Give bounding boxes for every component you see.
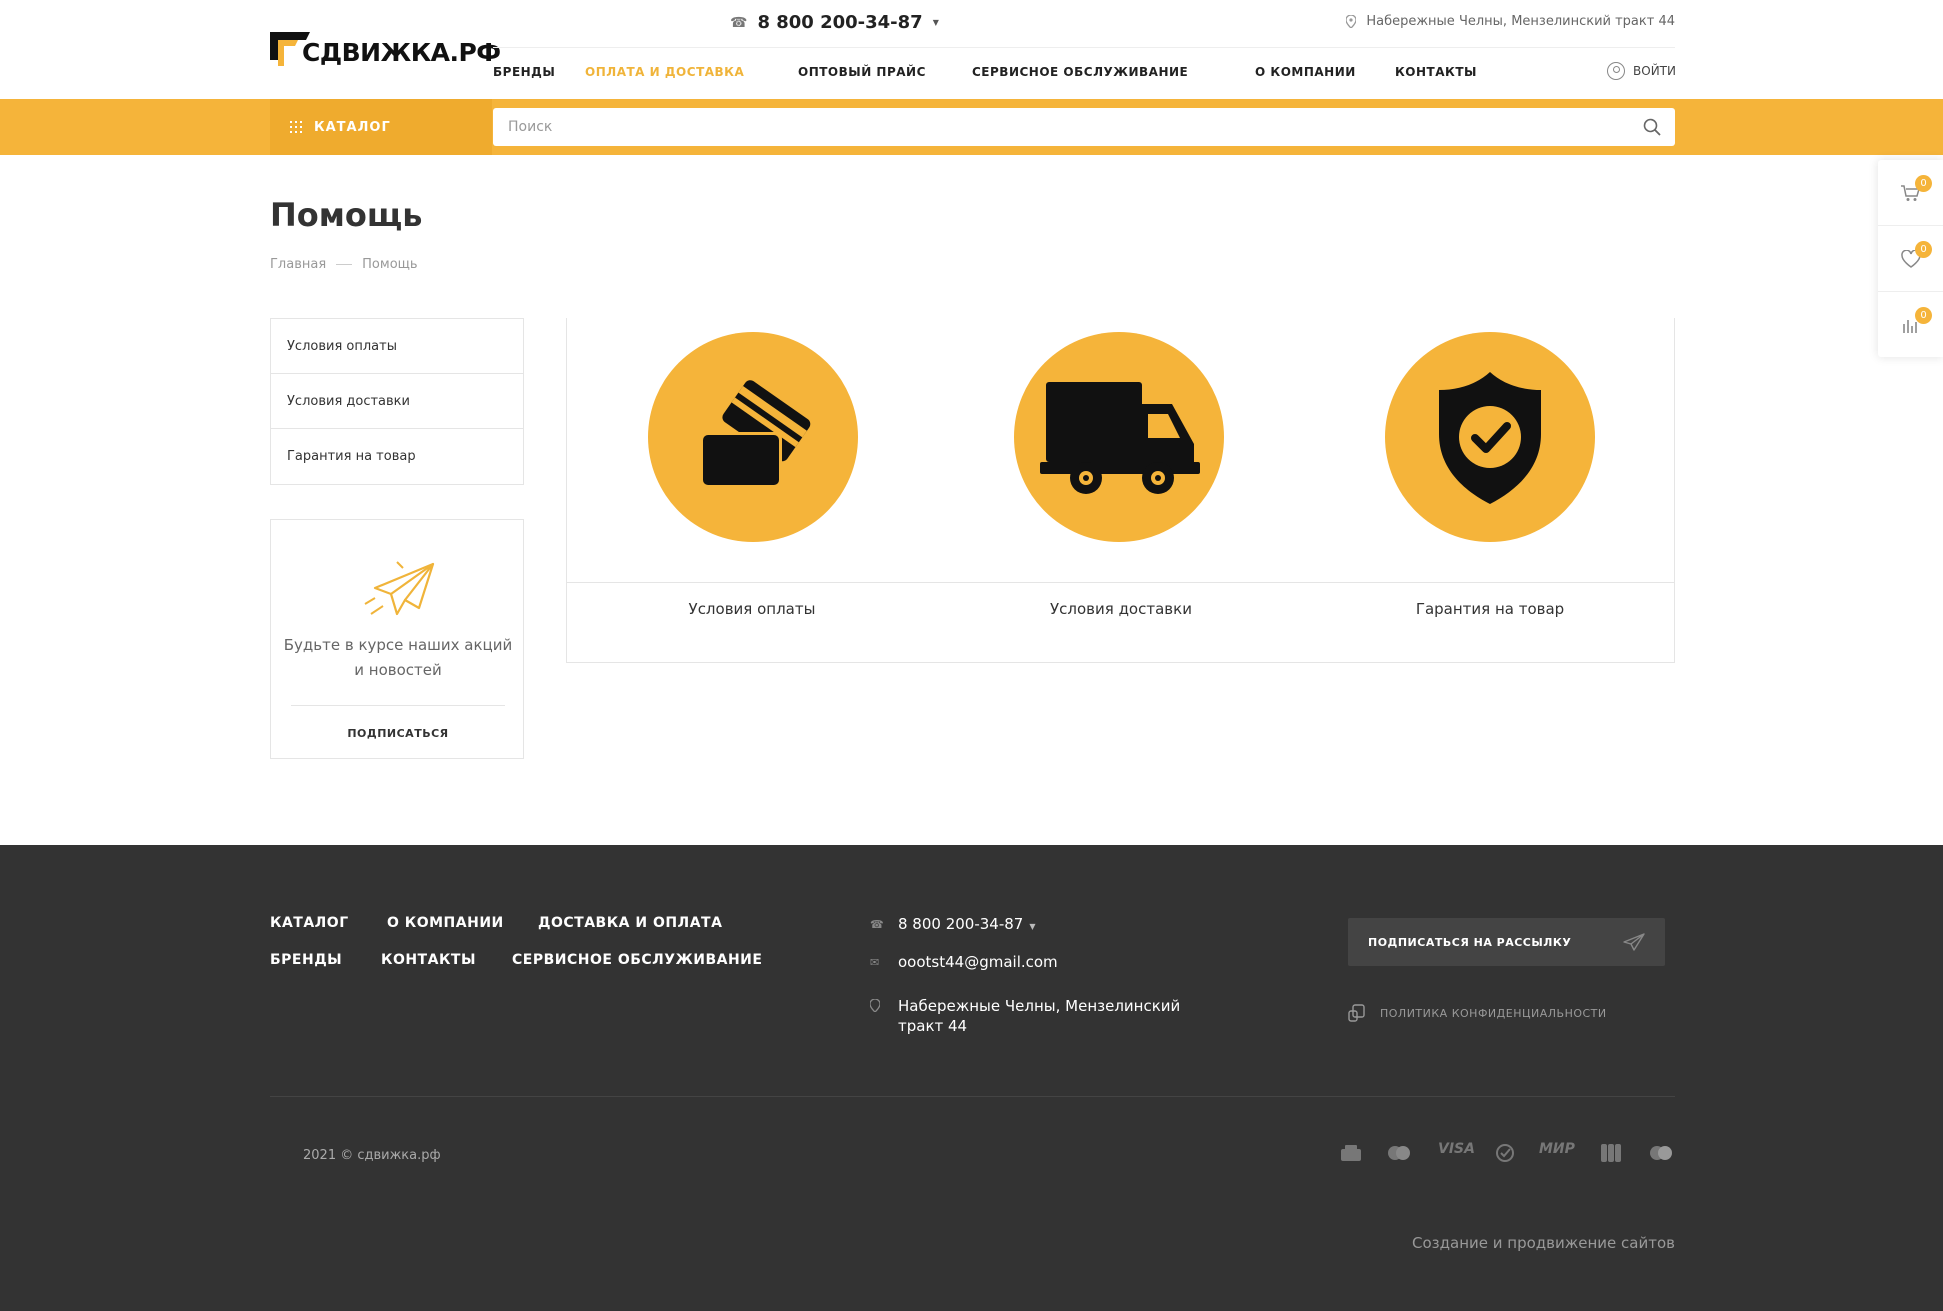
- maestro-icon: [1650, 1146, 1672, 1160]
- cart-button[interactable]: 0: [1878, 160, 1943, 226]
- login-button[interactable]: ВОЙТИ: [1607, 62, 1676, 80]
- search-box: [493, 108, 1675, 146]
- favorites-button[interactable]: 0: [1878, 226, 1943, 292]
- site-logo[interactable]: СДВИЖКА.РФ: [270, 30, 501, 70]
- subscribe-widget: Будьте в курсе наших акций и новостей ПО…: [270, 519, 524, 759]
- breadcrumb-separator: [336, 264, 353, 265]
- phone-icon: ☎: [870, 918, 884, 931]
- chevron-down-icon: ▼: [1029, 922, 1036, 931]
- header-phone[interactable]: ☎ 8 800 200-34-87 ▼: [730, 12, 939, 33]
- document-icon: [1348, 1004, 1365, 1022]
- subscribe-divider: [291, 705, 505, 706]
- privacy-policy-label: ПОЛИТИКА КОНФИДЕНЦИАЛЬНОСТИ: [1380, 1006, 1607, 1020]
- mastercard-icon: [1388, 1146, 1410, 1160]
- card-payment-circle: [648, 332, 858, 542]
- catalog-label: КАТАЛОГ: [314, 119, 391, 135]
- footer-nav-catalog[interactable]: КАТАЛОГ: [270, 915, 349, 931]
- header-phone-number: 8 800 200-34-87: [757, 12, 923, 33]
- card-delivery[interactable]: Условия доставки: [936, 318, 1306, 663]
- compare-count-badge: 0: [1915, 307, 1932, 324]
- favorites-count-badge: 0: [1915, 241, 1932, 258]
- location-pin-icon: [869, 996, 882, 1019]
- side-item-payment[interactable]: Условия оплаты: [271, 319, 523, 374]
- footer-address: Набережные Челны, Мензелинский тракт 44: [869, 996, 1181, 1036]
- mir-icon: МИР: [1539, 1141, 1575, 1157]
- side-item-delivery[interactable]: Условия доставки: [271, 374, 523, 429]
- breadcrumb: Главная Помощь: [270, 257, 418, 272]
- footer-subscribe-button[interactable]: ПОДПИСАТЬСЯ НА РАССЫЛКУ: [1348, 918, 1665, 966]
- subscribe-text: Будьте в курсе наших акций и новостей: [283, 636, 513, 679]
- footer-divider: [270, 1096, 1675, 1097]
- truck-icon: [1040, 382, 1200, 494]
- page-title: Помощь: [270, 196, 423, 234]
- footer-phone-number: 8 800 200-34-87: [898, 915, 1024, 933]
- nav-item-payment-delivery[interactable]: ОПЛАТА И ДОСТАВКА: [585, 65, 744, 79]
- logo-text: СДВИЖКА.РФ: [302, 38, 501, 67]
- nav-item-service[interactable]: СЕРВИСНОЕ ОБСЛУЖИВАНИЕ: [972, 65, 1188, 79]
- footer-nav-brands[interactable]: БРЕНДЫ: [270, 952, 342, 968]
- nav-item-brands[interactable]: БРЕНДЫ: [493, 65, 555, 79]
- card-payment-label: Условия оплаты: [688, 600, 816, 618]
- search-icon[interactable]: [1643, 118, 1661, 136]
- footer-email[interactable]: ✉ oootst44@gmail.com: [870, 953, 1058, 971]
- nav-item-contacts[interactable]: КОНТАКТЫ: [1395, 65, 1477, 79]
- help-cards: Условия оплаты Условия доставки Гарантия…: [566, 318, 1675, 663]
- subscribe-button[interactable]: ПОДПИСАТЬСЯ: [271, 727, 525, 740]
- help-side-menu: Условия оплаты Условия доставки Гарантия…: [270, 318, 524, 485]
- copyright: 2021 © сдвижка.рф: [303, 1148, 441, 1163]
- footer-nav-contacts[interactable]: КОНТАКТЫ: [381, 952, 476, 968]
- sberpay-icon: [1496, 1144, 1514, 1162]
- card-warranty[interactable]: Гарантия на товар: [1305, 318, 1675, 663]
- card-warranty-label: Гарантия на товар: [1415, 600, 1565, 618]
- cash-icon: [1341, 1145, 1361, 1161]
- privacy-policy-link[interactable]: ПОЛИТИКА КОНФИДЕНЦИАЛЬНОСТИ: [1348, 1004, 1607, 1022]
- shield-check-icon: [1439, 372, 1541, 504]
- side-item-warranty[interactable]: Гарантия на товар: [271, 429, 523, 484]
- nav-item-wholesale-price[interactable]: ОПТОВЫЙ ПРАЙС: [798, 65, 926, 79]
- compare-button[interactable]: 0: [1878, 292, 1943, 358]
- cart-count-badge: 0: [1915, 175, 1932, 192]
- footer-phone[interactable]: ☎ 8 800 200-34-87 ▼: [870, 915, 1036, 933]
- quick-actions-panel: 0 0 0: [1878, 160, 1943, 357]
- header-address-text: Набережные Челны, Мензелинский тракт 44: [1366, 14, 1675, 29]
- breadcrumb-home[interactable]: Главная: [270, 257, 326, 272]
- catalog-search-bar: КАТАЛОГ: [0, 99, 1943, 155]
- card-payment[interactable]: Условия оплаты: [567, 318, 937, 663]
- login-label: ВОЙТИ: [1633, 64, 1676, 78]
- card-warranty-circle: [1385, 332, 1595, 542]
- nav-item-about[interactable]: О КОМПАНИИ: [1255, 65, 1356, 79]
- jcb-icon: [1601, 1144, 1621, 1162]
- footer-email-text: oootst44@gmail.com: [898, 953, 1058, 971]
- footer-address-line1: Набережные Челны, Мензелинский: [898, 997, 1181, 1015]
- card-delivery-circle: [1014, 332, 1224, 542]
- location-pin-icon: [1346, 15, 1357, 28]
- grid-menu-icon: [290, 121, 302, 133]
- footer-address-line2: тракт 44: [898, 1017, 968, 1035]
- footer-nav-about[interactable]: О КОМПАНИИ: [387, 915, 504, 931]
- site-header: СДВИЖКА.РФ ☎ 8 800 200-34-87 ▼ Набережны…: [0, 0, 1943, 99]
- site-footer: КАТАЛОГ О КОМПАНИИ ДОСТАВКА И ОПЛАТА БРЕ…: [0, 845, 1943, 1311]
- phone-icon: ☎: [730, 14, 748, 31]
- mail-icon: ✉: [870, 956, 880, 969]
- footer-subscribe-label: ПОДПИСАТЬСЯ НА РАССЫЛКУ: [1368, 935, 1572, 949]
- credit-cards-icon: [700, 380, 811, 488]
- card-delivery-label: Условия доставки: [1050, 600, 1192, 618]
- catalog-button[interactable]: КАТАЛОГ: [270, 99, 492, 155]
- search-input[interactable]: [493, 108, 1613, 146]
- header-divider: [493, 47, 1675, 48]
- paper-plane-icon: [364, 561, 435, 616]
- header-address: Набережные Челны, Мензелинский тракт 44: [1346, 14, 1675, 29]
- site-creator-link[interactable]: Создание и продвижение сайтов: [1412, 1234, 1675, 1252]
- breadcrumb-current: Помощь: [362, 257, 418, 272]
- footer-nav-service[interactable]: СЕРВИСНОЕ ОБСЛУЖИВАНИЕ: [512, 952, 762, 968]
- send-icon: [1623, 933, 1645, 951]
- user-icon: [1607, 62, 1626, 80]
- visa-icon: VISA: [1438, 1141, 1475, 1157]
- footer-nav-delivery-payment[interactable]: ДОСТАВКА И ОПЛАТА: [538, 915, 722, 931]
- chevron-down-icon: ▼: [932, 18, 939, 27]
